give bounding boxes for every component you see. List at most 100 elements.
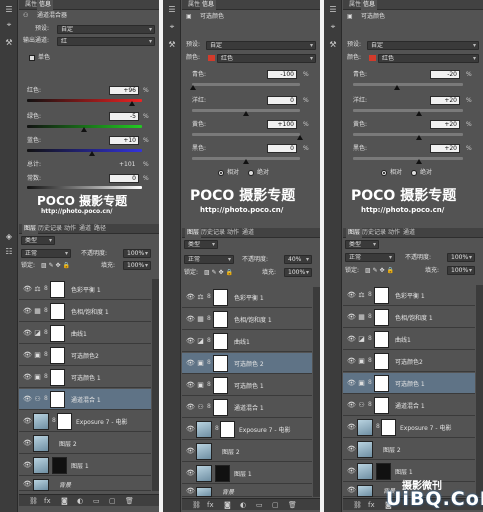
tab-info[interactable]: 信息 bbox=[37, 0, 54, 10]
tab-info[interactable]: 信息 bbox=[200, 0, 217, 10]
group-icon[interactable]: ▭ bbox=[93, 497, 100, 505]
eye-icon[interactable]: 👁 bbox=[23, 285, 32, 293]
constant-slider[interactable] bbox=[27, 186, 142, 189]
relative-radio[interactable] bbox=[218, 170, 224, 176]
filter-kind-select[interactable]: 类型 bbox=[345, 240, 379, 249]
eye-icon[interactable]: 👁 bbox=[186, 487, 195, 495]
tab-history[interactable]: 历史记录 bbox=[199, 228, 227, 238]
layer-row[interactable]: 👁 图层 1 bbox=[182, 463, 312, 484]
opacity-input[interactable]: 40% bbox=[284, 255, 312, 264]
layer-row[interactable]: 👁 ▦ 8 色相/饱和度 1 bbox=[343, 307, 475, 328]
eye-icon[interactable]: 👁 bbox=[23, 417, 32, 425]
tab-history[interactable]: 历史记录 bbox=[36, 224, 64, 234]
eye-icon[interactable]: 👁 bbox=[186, 337, 195, 345]
magenta-slider-thumb[interactable] bbox=[416, 111, 422, 116]
eye-icon[interactable]: 👁 bbox=[347, 445, 356, 453]
layer-row[interactable]: 👁 8 Exposure 7 - 电影 bbox=[182, 419, 312, 440]
fx-icon[interactable]: fx bbox=[44, 497, 51, 505]
yellow-slider[interactable] bbox=[353, 133, 463, 136]
brush-icon[interactable]: ⌖ bbox=[166, 22, 178, 32]
preset-select[interactable]: 自定 bbox=[57, 25, 155, 34]
eye-icon[interactable]: 👁 bbox=[23, 351, 32, 359]
eye-icon[interactable]: 👁 bbox=[186, 315, 195, 323]
fill-input[interactable]: 100% bbox=[284, 268, 312, 277]
new-layer-icon[interactable]: ▢ bbox=[272, 501, 279, 509]
layers-scrollbar[interactable] bbox=[152, 279, 159, 491]
magenta-value[interactable]: +20 bbox=[430, 96, 460, 105]
eye-icon[interactable]: 👁 bbox=[347, 467, 356, 475]
tab-channels[interactable]: 通道 bbox=[77, 224, 93, 234]
yellow-slider-thumb[interactable] bbox=[297, 135, 303, 140]
yellow-slider[interactable] bbox=[192, 133, 300, 136]
adjustment-icon[interactable]: ◐ bbox=[240, 501, 246, 509]
color-select[interactable]: 红色 bbox=[217, 54, 316, 63]
black-slider-thumb[interactable] bbox=[243, 159, 249, 164]
lock-icons[interactable]: ▨ ✎ ✥ 🔒 bbox=[365, 266, 394, 276]
eye-icon[interactable]: 👁 bbox=[347, 486, 356, 494]
tab-info[interactable]: 信息 bbox=[361, 0, 378, 10]
lock-icons[interactable]: ▨ ✎ ✥ 🔒 bbox=[204, 268, 233, 278]
magenta-slider-thumb[interactable] bbox=[243, 111, 249, 116]
magenta-value[interactable]: 0 bbox=[267, 96, 297, 105]
eye-icon[interactable]: 👁 bbox=[347, 313, 356, 321]
eye-icon[interactable]: 👁 bbox=[23, 329, 32, 337]
eye-icon[interactable]: 👁 bbox=[186, 293, 195, 301]
layer-row[interactable]: 👁 ◪ 8 曲线1 bbox=[19, 323, 151, 344]
adjustment-icon[interactable]: ◐ bbox=[77, 497, 83, 505]
group-icon[interactable]: ▭ bbox=[256, 501, 263, 509]
blend-mode-select[interactable]: 正常 bbox=[184, 255, 234, 264]
layer-row[interactable]: 👁 图层 2 bbox=[343, 439, 475, 460]
black-slider-thumb[interactable] bbox=[416, 159, 422, 164]
opacity-input[interactable]: 100% bbox=[123, 249, 151, 258]
layer-row[interactable]: 👁 ⚇ 8 通道混合 1 bbox=[182, 397, 312, 418]
yellow-value[interactable]: +100 bbox=[267, 120, 297, 129]
absolute-radio[interactable] bbox=[248, 170, 254, 176]
tab-actions[interactable]: 动作 bbox=[225, 228, 241, 238]
eye-icon[interactable]: 👁 bbox=[347, 291, 356, 299]
tools-icon[interactable]: ⚒ bbox=[166, 40, 178, 50]
tab-actions[interactable]: 动作 bbox=[62, 224, 78, 234]
blend-mode-select[interactable]: 正常 bbox=[345, 253, 395, 262]
add-mask-icon[interactable]: ◙ bbox=[224, 501, 231, 509]
layers-scrollbar[interactable] bbox=[476, 285, 483, 497]
magenta-slider[interactable] bbox=[353, 109, 463, 112]
add-mask-icon[interactable]: ◙ bbox=[61, 497, 68, 505]
eye-icon[interactable]: 👁 bbox=[347, 379, 356, 387]
eye-icon[interactable]: 👁 bbox=[347, 335, 356, 343]
blue-slider[interactable] bbox=[27, 149, 142, 152]
layer-row[interactable]: 👁 ▣ 8 可选颜色 1 bbox=[182, 375, 312, 396]
relative-radio[interactable] bbox=[381, 170, 387, 176]
layer-row[interactable]: 👁 ⚖ 8 色彩平衡 1 bbox=[19, 279, 151, 300]
history-icon[interactable]: ☷ bbox=[3, 247, 15, 257]
brush-icon[interactable]: ⌖ bbox=[327, 22, 339, 32]
tab-actions[interactable]: 动作 bbox=[386, 228, 402, 238]
filter-kind-select[interactable]: 类型 bbox=[21, 236, 55, 245]
eye-icon[interactable]: 👁 bbox=[347, 423, 356, 431]
cyan-value[interactable]: -20 bbox=[430, 70, 460, 79]
eye-icon[interactable]: 👁 bbox=[186, 403, 195, 411]
opacity-input[interactable]: 100% bbox=[447, 253, 475, 262]
eye-icon[interactable]: 👁 bbox=[186, 425, 195, 433]
adjust-icon[interactable]: ☰ bbox=[166, 5, 178, 15]
cyan-slider-thumb[interactable] bbox=[190, 85, 196, 90]
eye-icon[interactable]: 👁 bbox=[186, 469, 195, 477]
black-slider[interactable] bbox=[353, 157, 463, 160]
green-slider-thumb[interactable] bbox=[81, 127, 87, 132]
eye-icon[interactable]: 👁 bbox=[23, 373, 32, 381]
blue-slider-thumb[interactable] bbox=[89, 151, 95, 156]
eye-icon[interactable]: 👁 bbox=[23, 307, 32, 315]
fill-input[interactable]: 100% bbox=[123, 261, 151, 270]
layer-row-selected[interactable]: 👁 ▣ 8 可选颜色 1 bbox=[343, 373, 475, 394]
absolute-radio[interactable] bbox=[411, 170, 417, 176]
channel-select[interactable]: 红 bbox=[57, 37, 155, 46]
eye-icon[interactable]: 👁 bbox=[347, 357, 356, 365]
layer-row[interactable]: 👁 图层 1 bbox=[19, 455, 151, 476]
layer-row-selected[interactable]: 👁 ▣ 8 可选颜色 2 bbox=[182, 353, 312, 374]
black-value[interactable]: +20 bbox=[430, 144, 460, 153]
layer-row[interactable]: 👁 ▣ 8 可选颜色2 bbox=[343, 351, 475, 372]
eye-icon[interactable]: 👁 bbox=[347, 401, 356, 409]
tab-history[interactable]: 历史记录 bbox=[360, 228, 388, 238]
red-slider[interactable] bbox=[27, 99, 142, 102]
layer-row[interactable]: 👁 ▦ 8 色相/饱和度 1 bbox=[19, 301, 151, 322]
layer-row[interactable]: 👁 背景 bbox=[182, 485, 312, 497]
